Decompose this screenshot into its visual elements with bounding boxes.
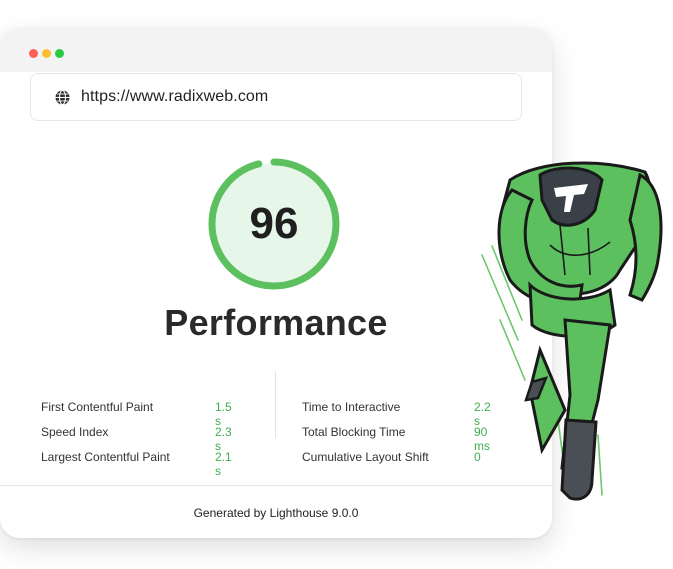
url-text: https://www.radixweb.com [81, 88, 269, 105]
metric-speed-index: Speed Index 2.3 s [41, 425, 232, 453]
close-window-dot[interactable] [29, 49, 38, 58]
metric-value: 2.3 s [215, 425, 232, 453]
metric-label: Total Blocking Time [302, 425, 406, 439]
metric-fcp: First Contentful Paint 1.5 s [41, 400, 232, 428]
address-bar[interactable]: https://www.radixweb.com [30, 73, 522, 121]
metrics-divider [275, 371, 276, 438]
globe-icon [54, 89, 71, 106]
metric-label: First Contentful Paint [41, 400, 154, 414]
metric-lcp: Largest Contentful Paint 2.1 s [41, 450, 232, 478]
metric-cls: Cumulative Layout Shift 0 [302, 450, 481, 470]
metric-value: 2.1 s [215, 450, 232, 478]
performance-score: 96 [249, 199, 299, 248]
metric-label: Speed Index [41, 425, 109, 439]
mascot-illustration [481, 161, 663, 501]
window-titlebar [0, 28, 552, 72]
metric-label: Largest Contentful Paint [41, 450, 170, 464]
metric-label: Cumulative Layout Shift [302, 450, 429, 464]
metric-tti: Time to Interactive 2.2 s [302, 400, 491, 428]
maximize-window-dot[interactable] [55, 49, 64, 58]
metric-label: Time to Interactive [302, 400, 401, 414]
metric-tbt: Total Blocking Time 90 ms [302, 425, 490, 453]
metric-value: 1.5 s [215, 400, 232, 428]
minimize-window-dot[interactable] [42, 49, 51, 58]
